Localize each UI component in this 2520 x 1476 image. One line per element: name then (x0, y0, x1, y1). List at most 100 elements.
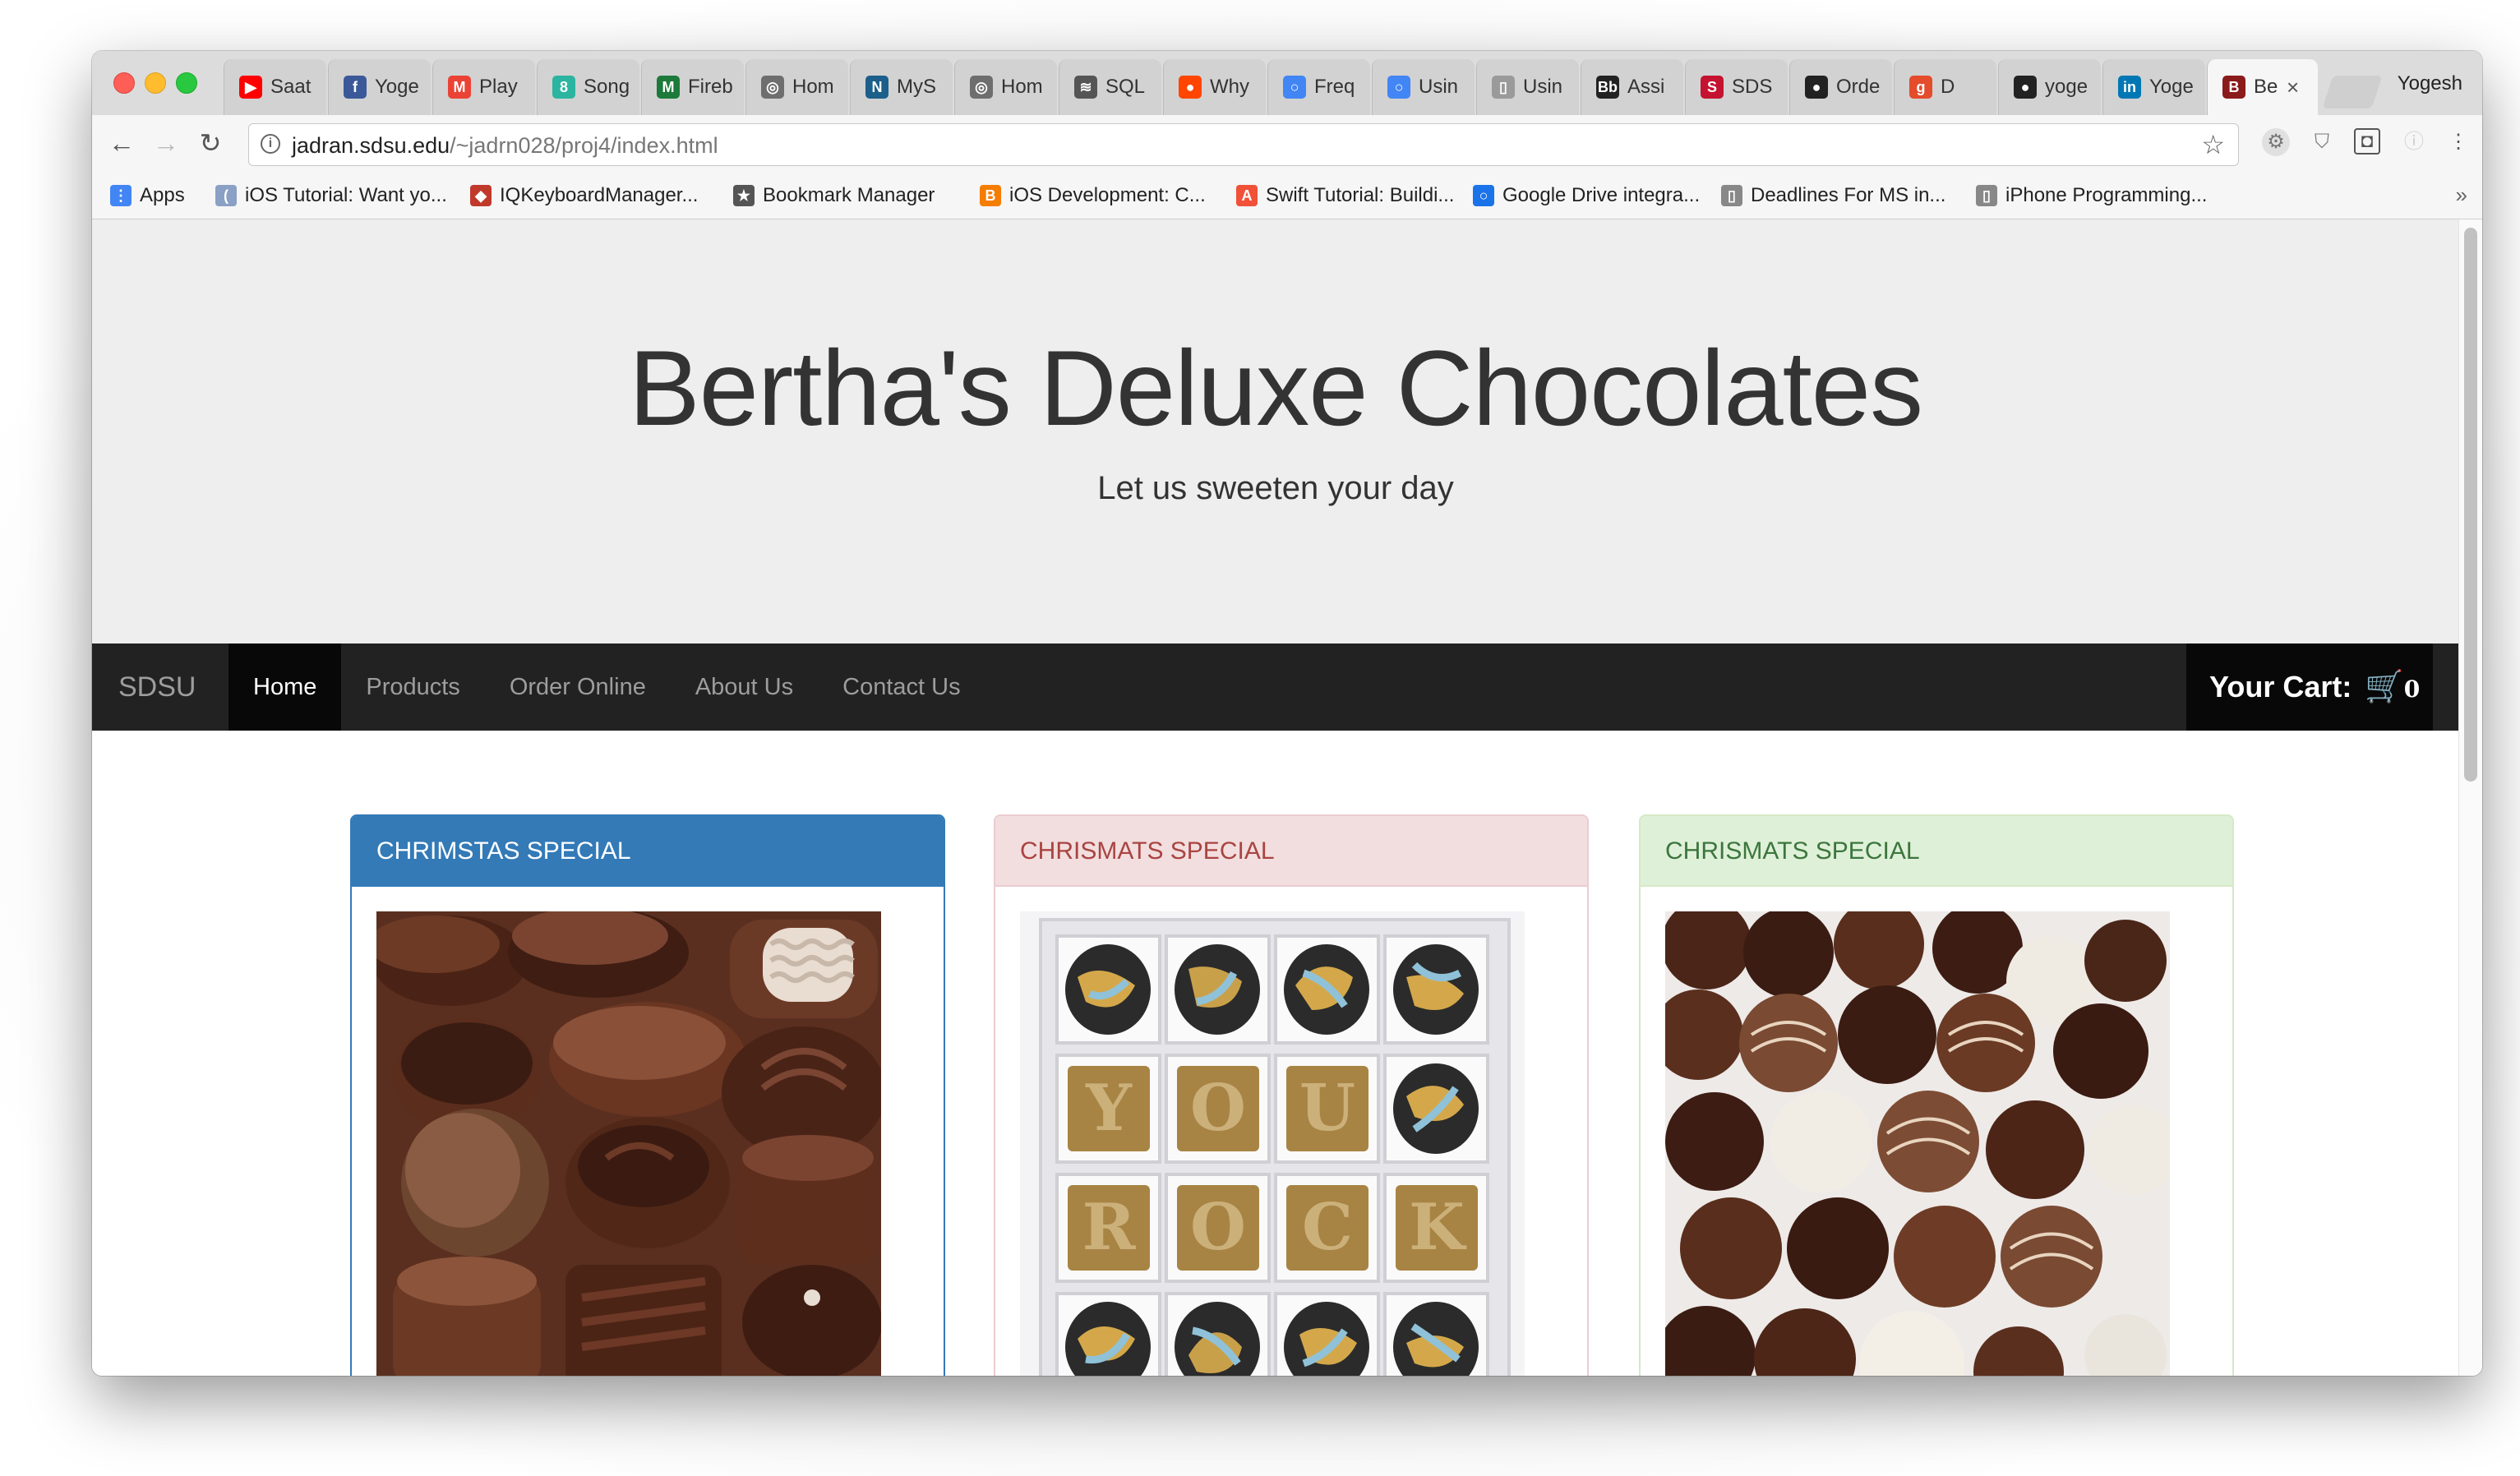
product-panel-1: CHRIMSTAS SPECIAL (350, 814, 945, 1376)
url-text[interactable]: jadran.sdsu.edu/~jadrn028/proj4/index.ht… (292, 133, 718, 159)
browser-tab[interactable]: gD (1894, 59, 1996, 115)
youtube-icon: ▶ (239, 76, 262, 99)
nav-link-products[interactable]: Products (341, 643, 484, 731)
sdsu-icon: S (1701, 76, 1724, 99)
bookmark-item[interactable]: ★ Bookmark Manager (733, 182, 935, 209)
truffles-image[interactable] (1665, 911, 2170, 1376)
browser-tab[interactable]: ▶ Saat (224, 59, 326, 115)
url-host: jadran.sdsu.edu (292, 133, 450, 158)
tab-title: Yoge (375, 76, 419, 98)
iqkeyboard-icon: ◆ (470, 185, 492, 206)
tab-title: Usin (1523, 76, 1563, 98)
browser-tab[interactable]: S SDS (1685, 59, 1788, 115)
product-panel-3: CHRISMATS SPECIAL (1639, 814, 2234, 1376)
browser-toolbar: ← → ↻ i jadran.sdsu.edu/~jadrn028/proj4/… (92, 115, 2482, 173)
bookmark-item[interactable]: ⋮ Apps (110, 182, 185, 209)
browser-tab[interactable]: in Yoge (2102, 59, 2205, 115)
browser-tab[interactable]: Bb Assi (1581, 59, 1683, 115)
close-window-button[interactable] (113, 72, 135, 94)
browser-tab[interactable]: ● Orde (1789, 59, 1892, 115)
tab-title: Fireb (688, 76, 733, 98)
browser-tab[interactable]: ● yoge (1998, 59, 2101, 115)
browser-tab[interactable]: ≋ SQL (1059, 59, 1161, 115)
ios-tutorial-icon: ( (215, 185, 237, 206)
reddit-icon: ● (1179, 76, 1202, 99)
site-navbar: SDSU Home Products Order Online About Us Con… (92, 643, 2459, 731)
bookmark-item[interactable]: (iOS Tutorial: Want yo... (215, 182, 447, 209)
bookmark-label: IQKeyboardManager... (500, 184, 699, 206)
more-bookmarks-icon[interactable]: » (2456, 182, 2467, 208)
tab-list: ▶ Saat f Yoge M Play 8 Song M Fireb ◎ Hom N MyS ◎ Hom ≋ S… (224, 59, 2319, 115)
extension-gear-icon[interactable]: ⚙ (2262, 128, 2290, 156)
extension-info-icon[interactable]: ⓘ (2400, 128, 2428, 156)
chocolate-assortment-image[interactable] (376, 911, 881, 1376)
bookmark-label: iPhone Programming... (2005, 184, 2208, 206)
bookmark-label: Bookmark Manager (763, 184, 935, 206)
bookmark-item[interactable]: ▯ Deadlines For MS in... (1721, 182, 1945, 209)
browser-tab[interactable]: B Be × (2207, 59, 2318, 115)
nav-link-order-online[interactable]: Order Online (485, 643, 671, 731)
bookmark-star-icon[interactable]: ☆ (2201, 129, 2225, 160)
forward-arrow-icon[interactable]: → (150, 127, 182, 159)
bookmark-label: Apps (140, 184, 185, 206)
bookmark-label: Swift Tutorial: Buildi... (1266, 184, 1455, 206)
reload-icon[interactable]: ↻ (194, 127, 227, 159)
bookmark-item[interactable]: A Swift Tutorial: Buildi... (1236, 182, 1454, 209)
stack-icon: ≋ (1074, 76, 1097, 99)
minimize-window-button[interactable] (145, 72, 166, 94)
you-rock-chocolate-box-image[interactable]: Y O U R O C K (1020, 911, 1525, 1376)
tab-title: Be (2254, 76, 2278, 98)
panel-heading-3: CHRISMATS SPECIAL (1641, 816, 2232, 887)
nav-link-contact-us[interactable]: Contact Us (818, 643, 985, 731)
page-scrollbar[interactable] (2458, 219, 2482, 1376)
browser-tab[interactable]: ○ Usin (1372, 59, 1475, 115)
tab-title: SDS (1732, 76, 1773, 98)
browser-tab[interactable]: 8 Song (537, 59, 639, 115)
page-viewport: Bertha's Deluxe Chocolates Let us sweete… (92, 219, 2482, 1376)
bookmark-item[interactable]: ○ Google Drive integra... (1473, 182, 1700, 209)
browser-tab[interactable]: ◎ Hom (745, 59, 848, 115)
browser-tab[interactable]: M Fireb (641, 59, 744, 115)
shopping-cart-icon: 🛒 (2365, 670, 2404, 704)
zoom-window-button[interactable] (176, 72, 197, 94)
navbar-brand[interactable]: SDSU (118, 643, 196, 731)
tab-title: MyS (897, 76, 936, 98)
hero-banner: Bertha's Deluxe Chocolates Let us sweete… (92, 219, 2459, 643)
bookmark-item[interactable]: ▯ iPhone Programming... (1976, 182, 2207, 209)
tab-title: Orde (1836, 76, 1881, 98)
browser-tab[interactable]: M Play (432, 59, 535, 115)
product-panel-2: CHRISMATS SPECIAL Y O U R O C K (994, 814, 1589, 1376)
cart-button[interactable]: Your Cart: 🛒0 (2186, 643, 2433, 731)
nav-link-about-us[interactable]: About Us (671, 643, 818, 731)
bb-icon: Bb (1596, 76, 1619, 99)
browser-tab[interactable]: ● Why (1163, 59, 1266, 115)
bookmark-item[interactable]: ◆ IQKeyboardManager... (470, 182, 698, 209)
browser-tab[interactable]: ◎ Hom (954, 59, 1057, 115)
browser-tab[interactable]: ▯ Usin (1476, 59, 1579, 115)
linkedin-icon: in (2118, 76, 2141, 99)
scroll-thumb[interactable] (2464, 228, 2477, 782)
nav-link-home[interactable]: Home (228, 643, 342, 731)
menu-dots-icon[interactable]: ⋮ (2444, 128, 2472, 156)
google-icon: ○ (1283, 76, 1306, 99)
tab-title: Yoge (2149, 76, 2194, 98)
bookmark-item[interactable]: BiOS Development: C... (980, 182, 1206, 209)
nav-links: Home Products Order Online About Us Contact … (228, 643, 985, 731)
address-bar[interactable]: i jadran.sdsu.edu/~jadrn028/proj4/index.… (248, 123, 2239, 166)
profile-name[interactable]: Yogesh (2398, 72, 2462, 95)
close-tab-icon[interactable]: × (2287, 75, 2299, 100)
tab-title: Hom (792, 76, 834, 98)
info-icon[interactable]: i (261, 134, 280, 154)
tab-title: Freq (1314, 76, 1355, 98)
browser-tab[interactable]: ○ Freq (1267, 59, 1370, 115)
extension-shield-icon[interactable]: ⛉ (2308, 128, 2336, 156)
bookmarks-bar: » ⋮ Apps (iOS Tutorial: Want yo... ◆ IQKeybo… (92, 173, 2482, 219)
browser-tab[interactable]: f Yoge (328, 59, 431, 115)
browser-tab[interactable]: N MyS (850, 59, 953, 115)
extension-square-icon[interactable]: ◘ (2354, 128, 2380, 155)
firebase-icon: M (657, 76, 680, 99)
back-arrow-icon[interactable]: ← (105, 127, 138, 159)
tab-title: SQL (1105, 76, 1146, 98)
bookmark-label: Deadlines For MS in... (1751, 184, 1946, 206)
new-tab-button[interactable] (2322, 76, 2383, 108)
